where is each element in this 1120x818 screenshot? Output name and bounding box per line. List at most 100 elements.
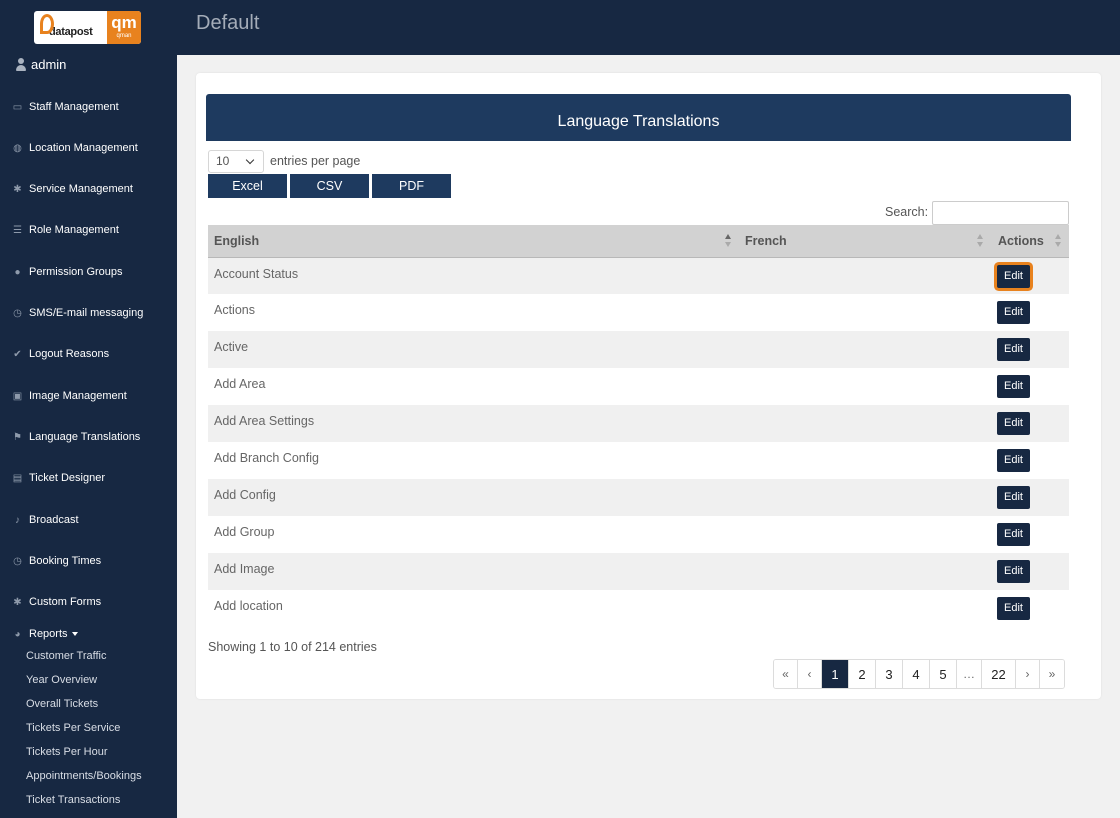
cell-english: Add Branch Config (208, 442, 739, 479)
column-header-french[interactable]: French (739, 225, 991, 258)
sidebar-item-sms-email-messaging[interactable]: ◷ SMS/E-mail messaging (12, 305, 143, 321)
top-header: Default (177, 0, 1120, 55)
cell-french (739, 442, 991, 479)
ticket-icon: ▤ (12, 472, 23, 484)
sidebar-item-ticket-designer[interactable]: ▤ Ticket Designer (12, 470, 105, 486)
page-first-button[interactable]: « (774, 660, 798, 688)
cell-english: Add Config (208, 479, 739, 516)
gear-icon: ✱ (13, 596, 22, 608)
sidebar-item-broadcast[interactable]: ♪ Broadcast (12, 512, 79, 528)
table-info: Showing 1 to 10 of 214 entries (208, 640, 377, 654)
edit-button[interactable]: Edit (997, 597, 1030, 620)
edit-button[interactable]: Edit (997, 301, 1030, 324)
translations-table: English French Actions Account Status Ed… (208, 225, 1069, 627)
sidebar-item-reports[interactable]: ◕ Reports (12, 626, 78, 642)
page-last-button[interactable]: » (1040, 660, 1064, 688)
sort-icon (1055, 234, 1061, 248)
edit-button[interactable]: Edit (997, 523, 1030, 546)
cell-french (739, 516, 991, 553)
page-button-3[interactable]: 3 (876, 660, 903, 688)
cell-french (739, 590, 991, 627)
sidebar-subitem-overall-tickets[interactable]: Overall Tickets (26, 698, 98, 710)
flag-icon: ⚑ (13, 431, 22, 443)
caret-down-icon (71, 632, 78, 636)
chevron-down-icon (245, 155, 255, 165)
page-button-1[interactable]: 1 (822, 660, 849, 688)
cell-english: Add location (208, 590, 739, 627)
sidebar-subitem-tickets-per-service[interactable]: Tickets Per Service (26, 722, 120, 734)
export-pdf-button[interactable]: PDF (372, 174, 451, 198)
edit-button[interactable]: Edit (997, 486, 1030, 509)
sort-icon (977, 234, 983, 248)
table-row: Active Edit (208, 331, 1069, 368)
globe-icon: ◍ (13, 142, 22, 154)
sidebar-item-language-translations[interactable]: ⚑ Language Translations (12, 429, 140, 445)
sidebar-item-permission-groups[interactable]: ● Permission Groups (12, 264, 122, 280)
edit-button[interactable]: Edit (997, 375, 1030, 398)
page-button-2[interactable]: 2 (849, 660, 876, 688)
edit-button[interactable]: Edit (997, 338, 1030, 361)
edit-button[interactable]: Edit (997, 412, 1030, 435)
page-length-label: entries per page (270, 154, 361, 168)
edit-button[interactable]: Edit (997, 264, 1030, 288)
sidebar-item-staff-management[interactable]: ▭ Staff Management (12, 99, 119, 115)
search-input[interactable] (932, 201, 1069, 225)
export-csv-button[interactable]: CSV (290, 174, 369, 198)
sidebar-subitem-ticket-transactions[interactable]: Ticket Transactions (26, 794, 120, 806)
sidebar-item-role-management[interactable]: ☰ Role Management (12, 222, 119, 238)
sidebar-item-service-management[interactable]: ✱ Service Management (12, 181, 133, 197)
cell-french (739, 257, 991, 294)
column-header-english[interactable]: English (208, 225, 739, 258)
sidebar-subitem-year-overview[interactable]: Year Overview (26, 674, 97, 686)
check-icon: ✔ (13, 348, 22, 360)
cell-french (739, 294, 991, 331)
image-icon: ▣ (12, 390, 23, 402)
page-button-5[interactable]: 5 (930, 660, 957, 688)
export-excel-button[interactable]: Excel (208, 174, 287, 198)
page-prev-button[interactable]: ‹ (798, 660, 822, 688)
list-icon: ☰ (13, 224, 22, 236)
sidebar-subitem-customer-traffic[interactable]: Customer Traffic (26, 650, 107, 662)
cell-french (739, 553, 991, 590)
pie-chart-icon: ◕ (14, 628, 21, 640)
page-next-button[interactable]: › (1016, 660, 1040, 688)
sidebar-item-logout-reasons[interactable]: ✔ Logout Reasons (12, 346, 109, 362)
page-button-4[interactable]: 4 (903, 660, 930, 688)
id-card-icon: ▭ (12, 101, 23, 113)
table-row: Add Group Edit (208, 516, 1069, 553)
page-button-22[interactable]: 22 (982, 660, 1016, 688)
sidebar-subitem-tickets-per-hour[interactable]: Tickets Per Hour (26, 746, 108, 758)
sidebar-item-booking-times[interactable]: ◷ Booking Times (12, 553, 101, 569)
table-row: Add Config Edit (208, 479, 1069, 516)
user-menu[interactable]: admin (16, 57, 66, 72)
table-row: Add Area Edit (208, 368, 1069, 405)
cell-french (739, 331, 991, 368)
sidebar-item-image-management[interactable]: ▣ Image Management (12, 388, 127, 404)
table-row: Add Image Edit (208, 553, 1069, 590)
page-ellipsis: … (957, 660, 982, 688)
sidebar-subitem-appointments-bookings[interactable]: Appointments/Bookings (26, 770, 142, 782)
gear-icon: ✱ (13, 183, 22, 195)
user-icon (16, 58, 26, 71)
table-row: Actions Edit (208, 294, 1069, 331)
datapost-qm-logo[interactable]: datapost qm qman (34, 11, 141, 44)
edit-button[interactable]: Edit (997, 449, 1030, 472)
edit-button[interactable]: Edit (997, 560, 1030, 583)
table-row: Add Area Settings Edit (208, 405, 1069, 442)
cell-french (739, 368, 991, 405)
cell-french (739, 405, 991, 442)
column-header-actions[interactable]: Actions (991, 225, 1069, 258)
cell-english: Add Group (208, 516, 739, 553)
page-title: Default (196, 12, 260, 34)
user-name: admin (31, 57, 67, 72)
sidebar-item-location-management[interactable]: ◍ Location Management (12, 140, 138, 156)
sidebar-item-custom-forms[interactable]: ✱ Custom Forms (12, 594, 101, 610)
pagination: « ‹ 1 2 3 4 5 … 22 › » (773, 659, 1065, 689)
cell-english: Actions (208, 294, 739, 331)
table-row: Account Status Edit (208, 257, 1069, 294)
sidebar: datapost qm qman admin ▭ Staff Managemen… (0, 0, 177, 818)
page-length-select[interactable]: 10 (208, 150, 264, 173)
table-row: Add location Edit (208, 590, 1069, 627)
search-label: Search: (885, 205, 929, 219)
cell-english: Add Area Settings (208, 405, 739, 442)
